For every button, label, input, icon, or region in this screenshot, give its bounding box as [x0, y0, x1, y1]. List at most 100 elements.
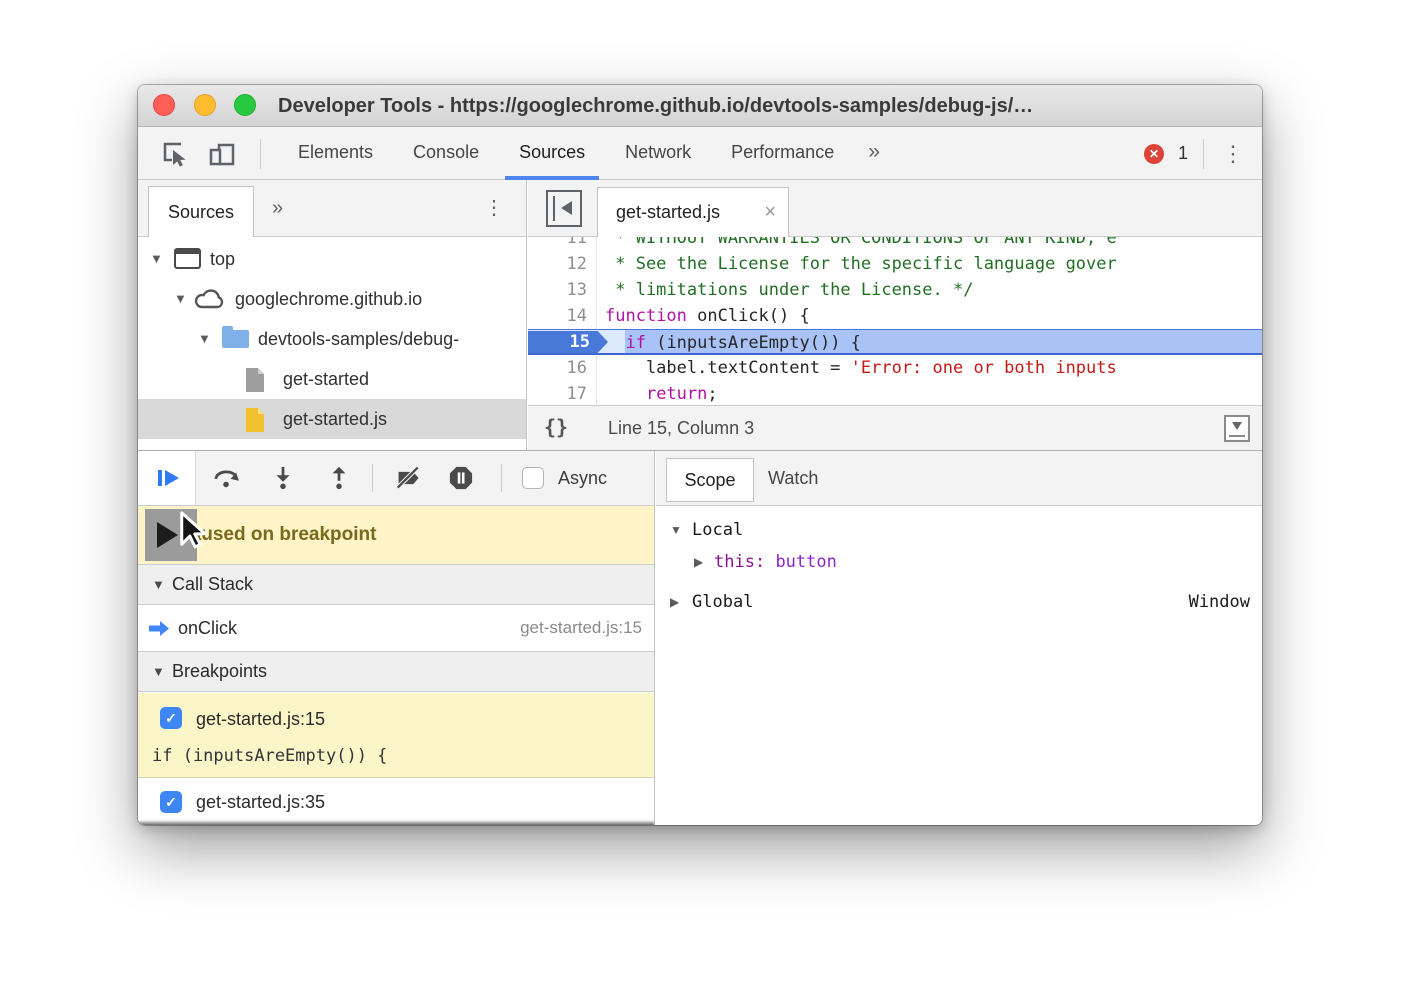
tab-network[interactable]: Network — [605, 127, 711, 180]
execution-selection: if (inputsAreEmpty()) { — [625, 330, 1262, 353]
code-text — [605, 381, 646, 405]
panel-tabs: Elements Console Sources Network Perform… — [278, 127, 894, 180]
frame-location[interactable]: get-started.js:15 — [520, 605, 642, 651]
tab-elements[interactable]: Elements — [278, 127, 393, 180]
tab-console[interactable]: Console — [393, 127, 499, 180]
main-menu-kebab-icon[interactable]: ⋮ — [1222, 127, 1244, 180]
lower-split: Async Paused on breakpoint ▼ Call Stack … — [138, 450, 1262, 825]
error-count[interactable]: 1 — [1178, 127, 1188, 180]
line-number[interactable]: 17 — [528, 381, 597, 405]
breakpoint-entry[interactable]: ✓ get-started.js:35 — [138, 780, 654, 825]
frame-icon — [174, 248, 201, 269]
tree-item-get-started-js[interactable]: get-started.js — [138, 399, 526, 439]
line-number[interactable]: 16 — [528, 355, 597, 381]
tree-item-label: devtools-samples/debug- — [258, 319, 459, 359]
file-tree: ▼ top ▼ googlechrome.github.io ▼ devtool… — [138, 237, 526, 450]
expand-triangle-icon[interactable]: ▼ — [150, 239, 163, 279]
tree-item-top[interactable]: ▼ top — [138, 239, 526, 279]
navigator-menu-kebab-icon[interactable]: ⋮ — [484, 180, 504, 236]
navigator-tab-sources[interactable]: Sources — [148, 186, 254, 237]
line-number[interactable]: 14 — [528, 303, 597, 329]
file-icon-js — [244, 407, 266, 433]
property-separator: : — [755, 552, 775, 572]
debugger-toolbar: Async — [138, 451, 654, 506]
scope-pane: Scope Watch ▼ Local ▶ this: button ▶ Glo… — [656, 451, 1262, 825]
error-badge-icon[interactable]: ✕ — [1144, 144, 1164, 164]
close-window-button[interactable] — [153, 94, 175, 116]
step-out-icon[interactable] — [326, 466, 352, 490]
inspect-element-icon[interactable] — [160, 140, 188, 168]
zoom-window-button[interactable] — [234, 94, 256, 116]
execution-line-badge[interactable]: 15 — [528, 331, 608, 353]
close-tab-icon[interactable]: × — [764, 188, 776, 237]
resume-button-pressed[interactable] — [145, 509, 197, 561]
scope-this-row[interactable]: ▶ this: button — [656, 546, 1262, 578]
source-editor: get-started.js × 11 * WITHOUT WARRANTIES… — [528, 180, 1262, 450]
collapse-triangle-icon[interactable]: ▼ — [152, 565, 165, 604]
breakpoint-checkbox[interactable]: ✓ — [160, 707, 182, 729]
scope-global-row[interactable]: ▶ Global Window — [656, 586, 1262, 618]
tree-item-folder[interactable]: ▼ devtools-samples/debug- — [138, 319, 526, 359]
expand-triangle-icon[interactable]: ▼ — [198, 319, 211, 359]
code-text: * limitations under the License. */ — [605, 277, 973, 303]
line-number[interactable]: 12 — [528, 251, 597, 277]
navigator-sidebar: Sources » ⋮ ▼ top ▼ googlechrome.github.… — [138, 180, 527, 450]
code-text: * See the License for the specific langu… — [605, 251, 1117, 277]
cursor-position: Line 15, Column 3 — [608, 406, 754, 450]
code-text: label.textContent = — [605, 355, 851, 381]
navigator-more-chevron-icon[interactable]: » — [272, 180, 283, 236]
section-title: Breakpoints — [172, 652, 267, 691]
device-toolbar-icon[interactable] — [208, 140, 236, 168]
navigator-tab-strip: Sources » ⋮ — [138, 180, 526, 237]
breakpoints-header[interactable]: ▼ Breakpoints — [138, 651, 654, 692]
line-number[interactable]: 13 — [528, 277, 597, 303]
drawer-toggle-icon[interactable] — [1224, 415, 1250, 442]
async-label[interactable]: Async — [558, 451, 607, 505]
tab-performance[interactable]: Performance — [711, 127, 854, 180]
toolbar-divider — [501, 464, 502, 492]
minimize-window-button[interactable] — [194, 94, 216, 116]
tab-scope[interactable]: Scope — [666, 458, 754, 502]
more-tabs-chevron-icon[interactable]: » — [854, 127, 894, 180]
scope-global-value: Window — [1189, 586, 1250, 618]
toolbar-divider — [372, 464, 373, 492]
call-stack-header[interactable]: ▼ Call Stack — [138, 564, 654, 605]
tree-item-get-started[interactable]: get-started — [138, 359, 526, 399]
step-into-icon[interactable] — [270, 466, 296, 490]
call-stack-frame[interactable]: onClick get-started.js:15 — [138, 605, 654, 651]
code-line: 16 label.textContent = 'Error: one or bo… — [528, 355, 1262, 381]
code-line: 11 * WITHOUT WARRANTIES OR CONDITIONS OF… — [528, 237, 1262, 251]
collapse-triangle-icon[interactable]: ▼ — [152, 652, 165, 691]
devtools-window: Developer Tools - https://googlechrome.g… — [138, 85, 1262, 825]
section-title: Call Stack — [172, 565, 253, 604]
pause-on-exceptions-icon[interactable] — [448, 466, 474, 490]
expand-triangle-icon[interactable]: ▼ — [670, 514, 682, 546]
code-text: if — [625, 333, 645, 353]
mouse-cursor-icon — [179, 511, 209, 553]
breakpoint-entry-active[interactable]: ✓ get-started.js:15 if (inputsAreEmpty()… — [138, 693, 654, 778]
expand-triangle-icon[interactable]: ▼ — [174, 279, 187, 319]
scope-local-row[interactable]: ▼ Local — [656, 514, 1262, 546]
line-number[interactable]: 11 — [528, 237, 597, 251]
editor-tab-label: get-started.js — [616, 188, 720, 237]
main-toolbar: Elements Console Sources Network Perform… — [138, 127, 1262, 180]
code-line: 13 * limitations under the License. */ — [528, 277, 1262, 303]
editor-tab-get-started-js[interactable]: get-started.js × — [597, 187, 789, 237]
resume-button[interactable] — [138, 451, 196, 505]
step-over-icon[interactable] — [213, 466, 239, 490]
breakpoint-checkbox[interactable]: ✓ — [160, 791, 182, 813]
pretty-print-icon[interactable]: {} — [544, 406, 568, 449]
deactivate-breakpoints-icon[interactable] — [396, 466, 422, 490]
code-text: return — [646, 381, 707, 405]
tree-item-origin[interactable]: ▼ googlechrome.github.io — [138, 279, 526, 319]
code-view[interactable]: 11 * WITHOUT WARRANTIES OR CONDITIONS OF… — [528, 237, 1262, 405]
tab-watch[interactable]: Watch — [768, 451, 818, 505]
tab-sources[interactable]: Sources — [499, 127, 605, 180]
breakpoint-location: get-started.js:15 — [196, 704, 325, 734]
window-title: Developer Tools - https://googlechrome.g… — [278, 85, 1033, 127]
tree-item-label: top — [210, 239, 235, 279]
hide-navigator-icon[interactable] — [546, 190, 582, 227]
collapsed-triangle-icon[interactable]: ▶ — [694, 546, 703, 578]
collapsed-triangle-icon[interactable]: ▶ — [670, 586, 679, 618]
async-checkbox[interactable] — [522, 467, 544, 489]
